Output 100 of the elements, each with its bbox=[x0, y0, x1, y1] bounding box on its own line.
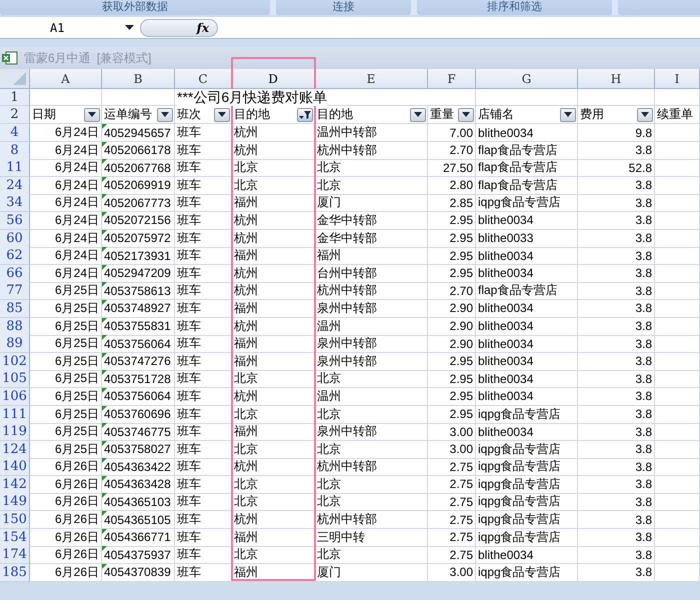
table-cell: 北京 bbox=[317, 440, 341, 458]
table-cell: 班车 bbox=[177, 352, 201, 370]
row-header[interactable]: 4 bbox=[0, 124, 30, 142]
table-cell: 4052067773 bbox=[104, 196, 171, 210]
table-cell: 4052066178 bbox=[104, 143, 171, 158]
table-cell: 北京 bbox=[234, 546, 258, 564]
table-cell: 9.8 bbox=[635, 126, 652, 140]
table-cell: 4054365103 bbox=[104, 494, 171, 509]
row-header[interactable]: 124 bbox=[0, 440, 30, 459]
column-label: 日期 bbox=[32, 106, 56, 123]
filter-button[interactable] bbox=[458, 108, 474, 122]
column-header[interactable]: D bbox=[232, 69, 315, 89]
table-cell: 4052173931 bbox=[104, 248, 171, 263]
table-cell: 2.75 bbox=[450, 477, 473, 492]
table-cell: 杭州 bbox=[234, 264, 258, 282]
table-cell: 杭州 bbox=[234, 230, 258, 247]
row-header[interactable]: 154 bbox=[0, 528, 30, 547]
table-cell: 杭州 bbox=[234, 212, 258, 229]
table-cell: 2.75 bbox=[450, 494, 473, 509]
table-cell: 4052945657 bbox=[104, 126, 171, 140]
row-header[interactable]: 24 bbox=[0, 176, 30, 195]
row-header[interactable]: 105 bbox=[0, 370, 30, 388]
table-cell: 福州 bbox=[234, 335, 258, 352]
column-header[interactable]: A bbox=[30, 69, 102, 89]
table-cell: blithe0034 bbox=[478, 248, 534, 263]
filter-button[interactable] bbox=[560, 108, 576, 122]
row-header[interactable]: 89 bbox=[0, 335, 30, 354]
row-header[interactable]: 1 bbox=[0, 89, 30, 106]
table-cell: 4053747276 bbox=[104, 354, 171, 368]
table-cell: iqpg食品专营店 bbox=[478, 458, 561, 476]
row-header[interactable]: 60 bbox=[0, 230, 30, 248]
row-header[interactable]: 56 bbox=[0, 212, 30, 230]
ribbon-group-label[interactable]: 连接 bbox=[276, 0, 411, 15]
table-cell: 杭州 bbox=[234, 282, 258, 300]
column-label: 班次 bbox=[177, 106, 201, 123]
table-cell: 班车 bbox=[177, 388, 201, 405]
name-box[interactable]: A1 bbox=[0, 18, 140, 38]
row-header[interactable]: 34 bbox=[0, 194, 30, 212]
row-header[interactable]: 142 bbox=[0, 476, 30, 494]
table-cell: 6月24日 bbox=[54, 212, 99, 229]
column-header[interactable]: H bbox=[578, 69, 655, 89]
filter-button[interactable] bbox=[214, 108, 230, 122]
corner-marker-icon bbox=[102, 528, 107, 534]
table-cell: 杭州 bbox=[234, 458, 258, 476]
corner-marker-icon bbox=[102, 458, 107, 464]
row-header[interactable]: 85 bbox=[0, 300, 30, 318]
row-header[interactable]: 119 bbox=[0, 423, 30, 442]
ribbon-group-label[interactable]: 获取外部数据 bbox=[0, 0, 270, 15]
column-header[interactable]: E bbox=[315, 69, 428, 89]
table-cell: 金华中转部 bbox=[317, 230, 377, 247]
table-cell: 7.00 bbox=[450, 126, 473, 140]
insert-function-button[interactable]: fx bbox=[140, 18, 218, 36]
column-label: 店铺名 bbox=[478, 106, 514, 123]
column-header[interactable]: G bbox=[476, 69, 578, 89]
corner-marker-icon bbox=[102, 564, 107, 569]
row-header[interactable]: 66 bbox=[0, 264, 30, 283]
column-header[interactable]: C bbox=[175, 69, 232, 89]
filter-button[interactable] bbox=[84, 108, 100, 122]
filter-button[interactable] bbox=[297, 108, 313, 122]
column-header[interactable]: F bbox=[428, 69, 476, 89]
row-header[interactable]: 11 bbox=[0, 159, 30, 178]
table-cell: 4053758613 bbox=[104, 284, 171, 298]
column-header[interactable]: B bbox=[102, 69, 175, 89]
row-header[interactable]: 88 bbox=[0, 318, 30, 336]
table-cell: 2.90 bbox=[450, 301, 473, 316]
table-cell: 6月24日 bbox=[54, 264, 99, 282]
filter-button[interactable] bbox=[410, 108, 426, 122]
table-cell: 4054366771 bbox=[104, 530, 171, 544]
table-cell: iqpg食品专营店 bbox=[478, 406, 561, 422]
table-cell: 北京 bbox=[317, 493, 341, 510]
row-header[interactable]: 77 bbox=[0, 282, 30, 300]
table-cell: 温州 bbox=[317, 388, 341, 405]
row-header[interactable]: 102 bbox=[0, 352, 30, 371]
filter-button[interactable] bbox=[637, 108, 653, 122]
column-header[interactable]: I bbox=[655, 69, 700, 89]
table-cell: 班车 bbox=[177, 335, 201, 352]
table-cell: iqpg食品专营店 bbox=[478, 511, 561, 528]
row-header[interactable]: 185 bbox=[0, 564, 30, 582]
row-header[interactable]: 140 bbox=[0, 458, 30, 476]
row-header[interactable]: 106 bbox=[0, 388, 30, 406]
row-header[interactable]: 149 bbox=[0, 493, 30, 512]
column-label: 重量 bbox=[430, 106, 454, 123]
row-header[interactable]: 174 bbox=[0, 546, 30, 564]
filter-button[interactable] bbox=[157, 108, 173, 122]
caret-down-icon[interactable] bbox=[125, 25, 134, 30]
row-header[interactable]: 8 bbox=[0, 142, 30, 160]
row-header[interactable]: 2 bbox=[0, 106, 30, 124]
table-cell: 3.8 bbox=[635, 248, 652, 263]
table-cell: 3.8 bbox=[635, 231, 652, 246]
table-cell: 福州 bbox=[234, 528, 258, 546]
row-header[interactable]: 111 bbox=[0, 406, 30, 424]
table-cell: 3.8 bbox=[635, 336, 652, 351]
caret-down-icon bbox=[218, 112, 226, 117]
row-header[interactable]: 62 bbox=[0, 247, 30, 266]
row-header[interactable]: 150 bbox=[0, 511, 30, 530]
table-cell: 班车 bbox=[177, 440, 201, 458]
table-cell: 2.95 bbox=[450, 213, 473, 228]
table-cell: 班车 bbox=[177, 212, 201, 229]
ribbon-group-label[interactable]: 排序和筛选 bbox=[417, 0, 612, 15]
table-cell: 3.8 bbox=[635, 477, 652, 492]
